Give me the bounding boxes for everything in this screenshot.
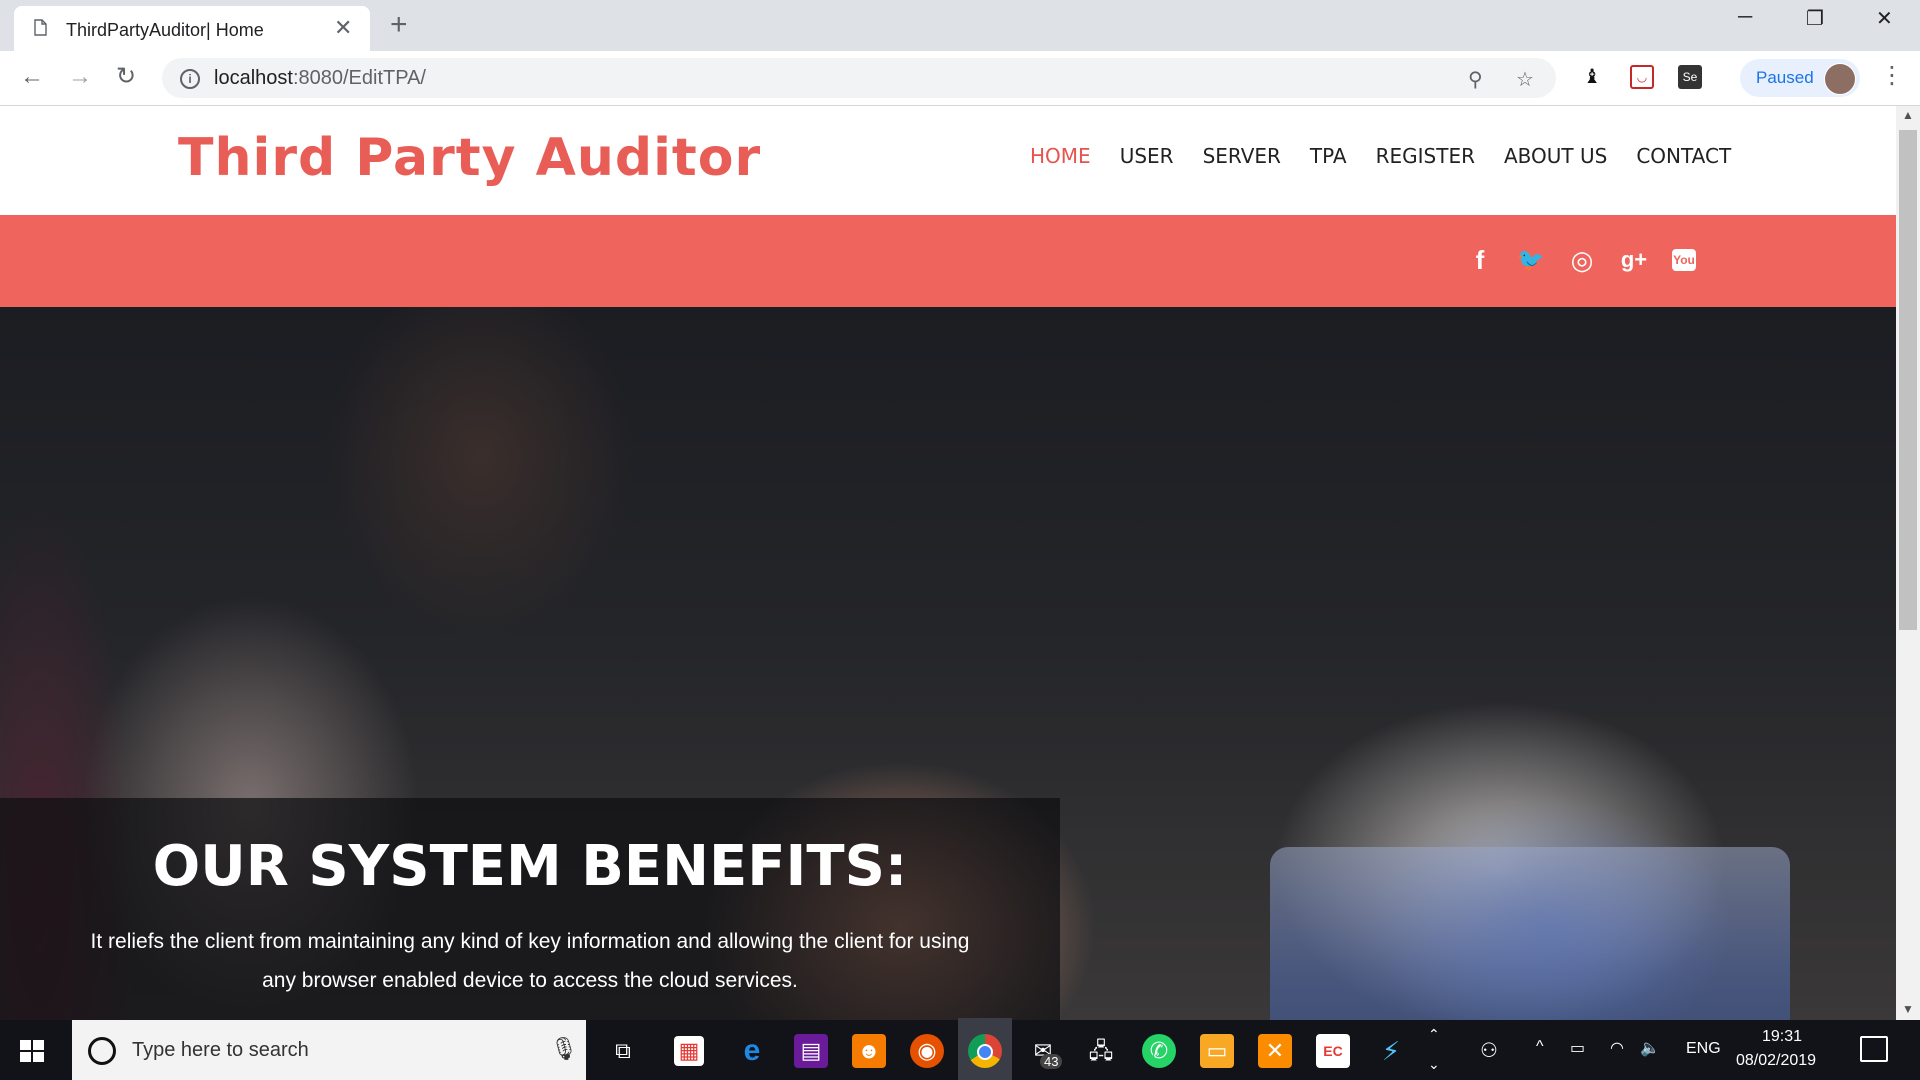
pdf-reader-icon[interactable]: EC [1316,1034,1350,1068]
hero-banner: OUR SYSTEM BENEFITS: It reliefs the clie… [0,307,1896,1020]
hero-title: OUR SYSTEM BENEFITS: [152,834,908,899]
hero-background-image [1270,847,1790,1020]
chrome-icon[interactable] [968,1034,1002,1068]
store-icon[interactable]: ▦ [674,1036,704,1066]
volume-icon[interactable]: 🔈 [1640,1038,1660,1058]
profile-button[interactable]: Paused [1740,59,1860,97]
xampp-icon[interactable]: ✕ [1258,1034,1292,1068]
firefox-icon[interactable]: ◉ [910,1034,944,1068]
show-hidden-icons-icon[interactable]: ^ [1536,1038,1544,1056]
nav-register[interactable]: REGISTER [1376,144,1475,168]
main-nav: HOME USER SERVER TPA REGISTER ABOUT US C… [1030,144,1760,168]
google-plus-icon[interactable]: g+ [1619,245,1649,275]
dribbble-icon[interactable]: ◎ [1567,245,1597,275]
forward-button[interactable]: → [68,64,92,90]
people-icon[interactable]: ⚇ [1480,1038,1498,1063]
nav-contact[interactable]: CONTACT [1636,144,1731,168]
close-window-button[interactable]: ✕ [1876,6,1893,31]
nav-about-us[interactable]: ABOUT US [1504,144,1607,168]
extension-pocket-icon[interactable]: ◡ [1630,65,1654,89]
taskbar-search-placeholder: Type here to search [132,1039,309,1061]
new-tab-button[interactable]: + [390,8,408,42]
social-bar: f 🐦 ◎ g+ You [0,215,1896,307]
page-viewport: Third Party Auditor HOME USER SERVER TPA… [0,106,1896,1020]
restore-button[interactable]: ❐ [1806,6,1824,31]
network-app-icon[interactable]: 🖧 [1084,1034,1118,1068]
hero-text: It reliefs the client from maintaining a… [90,930,970,992]
address-bar[interactable]: i localhost:8080/EditTPA/ ⚲ ☆ [162,58,1556,98]
winrar-icon[interactable]: ▤ [794,1034,828,1068]
browser-tab[interactable]: ThirdPartyAuditor| Home ✕ [14,6,370,51]
whatsapp-icon[interactable]: ✆ [1142,1034,1176,1068]
nav-server[interactable]: SERVER [1203,144,1281,168]
uc-browser-icon[interactable]: ☻ [852,1034,886,1068]
url-path: :8080/EditTPA/ [292,67,426,89]
wifi-icon[interactable]: ◠ [1610,1038,1624,1058]
youtube-icon[interactable]: You [1672,249,1696,271]
facebook-icon[interactable]: f [1465,245,1495,275]
clock-time[interactable]: 19:31 [1762,1028,1802,1046]
nav-home[interactable]: HOME [1030,144,1091,168]
taskbar-scroll-up-icon[interactable]: ⌃ [1428,1026,1440,1043]
close-tab-icon[interactable]: ✕ [334,16,352,40]
avatar [1824,63,1856,95]
edge-icon[interactable]: e [735,1034,769,1068]
browser-menu-icon[interactable]: ⋮ [1880,63,1904,89]
taskbar-scroll-down-icon[interactable]: ⌄ [1428,1056,1440,1073]
url-host: localhost [214,67,293,89]
browser-tab-bar: ThirdPartyAuditor| Home ✕ + ─ ❐ ✕ [0,0,1920,51]
file-explorer-icon[interactable]: ▭ [1200,1034,1234,1068]
url-text[interactable]: localhost:8080/EditTPA/ [214,67,426,90]
info-icon[interactable]: i [180,69,200,89]
battery-icon[interactable]: ▭ [1570,1038,1585,1058]
nav-user[interactable]: USER [1120,144,1174,168]
hero-caption: OUR SYSTEM BENEFITS: It reliefs the clie… [0,798,1060,1020]
document-icon [34,19,47,36]
bookmark-star-icon[interactable]: ☆ [1516,67,1534,92]
language-indicator[interactable]: ENG [1686,1040,1721,1058]
taskbar-search[interactable]: Type here to search 🎙 [72,1020,586,1080]
extension-chess-icon[interactable]: ♝ [1580,65,1604,89]
clock-date[interactable]: 08/02/2019 [1736,1052,1816,1070]
mail-badge: 43 [1040,1054,1063,1069]
profile-status: Paused [1756,68,1814,87]
reload-button[interactable]: ↻ [116,64,136,90]
back-button[interactable]: ← [20,64,44,90]
scroll-up-arrow-icon[interactable]: ▲ [1902,108,1914,122]
site-header: Third Party Auditor HOME USER SERVER TPA… [0,106,1896,215]
minimize-button[interactable]: ─ [1738,6,1752,29]
cortana-icon[interactable] [88,1037,116,1065]
extension-selenium-icon[interactable]: Se [1678,65,1702,89]
task-view-icon[interactable]: ⧉ [606,1034,640,1068]
site-logo[interactable]: Third Party Auditor [178,128,761,188]
windows-start-icon[interactable] [20,1040,44,1062]
scrollbar-thumb[interactable] [1899,130,1917,630]
twitter-icon[interactable]: 🐦 [1516,245,1546,275]
nav-tpa[interactable]: TPA [1310,144,1347,168]
microphone-icon[interactable]: 🎙 [550,1036,578,1062]
zoom-icon[interactable]: ⚲ [1468,67,1483,92]
scroll-down-arrow-icon[interactable]: ▼ [1902,1002,1914,1016]
tab-title: ThirdPartyAuditor| Home [66,20,264,40]
lightning-app-icon[interactable]: ⚡ [1374,1034,1408,1068]
windows-taskbar: Type here to search 🎙 ⧉ ▦ e ▤ ☻ ◉ ✉ 43 🖧… [0,1018,1920,1080]
notification-center-icon[interactable] [1860,1036,1888,1062]
browser-toolbar: ← → ↻ i localhost:8080/EditTPA/ ⚲ ☆ ♝ ◡ … [0,51,1920,106]
